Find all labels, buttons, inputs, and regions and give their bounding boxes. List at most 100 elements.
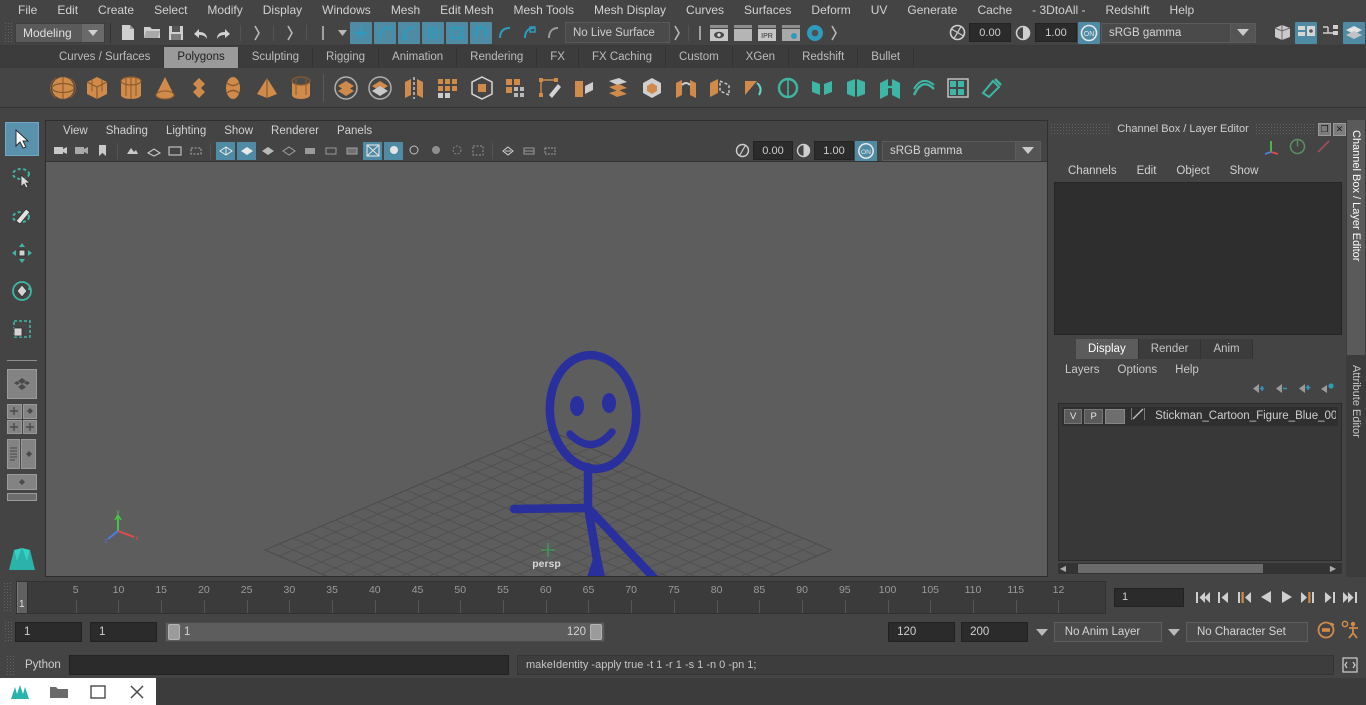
- range-slider-bar[interactable]: 1 120: [165, 622, 605, 642]
- shelf-tab-xgen[interactable]: XGen: [732, 47, 790, 68]
- selection-mask-component-icon[interactable]: [312, 22, 334, 44]
- channelbox-menu-object[interactable]: Object: [1166, 165, 1219, 177]
- exposure-viewport-icon[interactable]: [733, 142, 752, 160]
- time-slider-ruler[interactable]: 1 5 10 15 20 25 30 35 40 45 50 55 60 65 70 75 80 85 90 95 1…: [16, 580, 1106, 614]
- undo-icon[interactable]: [189, 22, 211, 44]
- menu-help[interactable]: Help: [1160, 0, 1205, 20]
- menu-surfaces[interactable]: Surfaces: [734, 0, 801, 20]
- anim-layer-dropdown-icon[interactable]: [1034, 628, 1050, 636]
- motion-blur-icon[interactable]: [447, 142, 466, 160]
- polygon-plane-icon[interactable]: [182, 71, 216, 105]
- menu-redshift[interactable]: Redshift: [1096, 0, 1160, 20]
- target-weld-icon[interactable]: [839, 71, 873, 105]
- menu-uv[interactable]: UV: [861, 0, 898, 20]
- taskbar-window-icon[interactable]: [78, 678, 117, 705]
- insert-edge-loop-icon[interactable]: [941, 71, 975, 105]
- viewport-menu-view[interactable]: View: [54, 125, 97, 137]
- step-forward-key-icon[interactable]: [1319, 587, 1338, 607]
- screen-space-ao-icon[interactable]: [426, 142, 445, 160]
- offset-edge-loop-icon[interactable]: [907, 71, 941, 105]
- menuset-dropdown[interactable]: Modeling: [15, 22, 105, 43]
- lasso-select-tool-icon[interactable]: [5, 160, 39, 194]
- ipr-render-icon[interactable]: IPR: [756, 22, 778, 44]
- shelf-tab-curves-surfaces[interactable]: Curves / Surfaces: [46, 47, 165, 68]
- menu-3dtoall[interactable]: - 3DtoAll -: [1022, 0, 1095, 20]
- save-scene-icon[interactable]: [165, 22, 187, 44]
- select-tool-icon[interactable]: [5, 122, 39, 156]
- viewport-color-management-toggle-icon[interactable]: ON: [855, 140, 877, 161]
- menu-mesh[interactable]: Mesh: [381, 0, 430, 20]
- shelf-tab-custom[interactable]: Custom: [666, 47, 733, 68]
- shelf-tab-bullet[interactable]: Bullet: [858, 47, 915, 68]
- bookmark-icon[interactable]: [93, 142, 112, 160]
- shape-node-icon[interactable]: [1289, 138, 1306, 160]
- grid-toggle-icon[interactable]: [144, 142, 163, 160]
- render-sep-icon[interactable]: [828, 22, 840, 44]
- extrude-icon[interactable]: [567, 71, 601, 105]
- range-end-time-field[interactable]: 120: [888, 622, 956, 642]
- shelf-tab-fx-caching[interactable]: FX Caching: [578, 47, 667, 68]
- viewport-color-space-dropdown-icon[interactable]: [1015, 140, 1041, 161]
- show-hide-tool-settings-icon[interactable]: [1319, 22, 1341, 44]
- history-toggle-icon[interactable]: [671, 22, 683, 44]
- new-layer-icon[interactable]: [1296, 382, 1311, 400]
- channelbox-menu-channels[interactable]: Channels: [1058, 165, 1127, 177]
- time-slider-grip-handle[interactable]: [3, 582, 11, 612]
- range-slider-grip-handle[interactable]: [4, 621, 12, 643]
- smooth-mesh-icon[interactable]: [431, 71, 465, 105]
- multisample-aa-icon[interactable]: [468, 142, 487, 160]
- viewport-exposure-field[interactable]: 0.00: [753, 141, 793, 160]
- viewport-gamma-field[interactable]: 1.00: [814, 141, 854, 160]
- isolate-select-icon[interactable]: [498, 142, 517, 160]
- color-space-dropdown-icon[interactable]: [1230, 22, 1256, 43]
- move-tool-icon[interactable]: [5, 236, 39, 270]
- color-management-toggle-icon[interactable]: ON: [1078, 21, 1100, 44]
- menu-mesh-tools[interactable]: Mesh Tools: [504, 0, 584, 20]
- layer-playback-toggle[interactable]: P: [1084, 408, 1103, 424]
- snap-to-point-icon[interactable]: [398, 21, 420, 44]
- redo-render-icon[interactable]: [732, 22, 754, 44]
- layer-menu-options[interactable]: Options: [1109, 364, 1167, 376]
- go-to-start-icon[interactable]: [1193, 587, 1212, 607]
- menu-file[interactable]: File: [8, 0, 47, 20]
- exposure-icon[interactable]: [946, 22, 968, 44]
- use-default-lighting-icon[interactable]: [384, 141, 403, 160]
- viewport-3d-canvas[interactable]: y x z persp: [46, 162, 1047, 576]
- scroll-left-icon[interactable]: ◀: [1058, 564, 1068, 573]
- menu-mesh-display[interactable]: Mesh Display: [584, 0, 676, 20]
- shelf-tab-rendering[interactable]: Rendering: [457, 47, 538, 68]
- hypergraph-layout-icon[interactable]: [7, 474, 37, 490]
- shadows-icon[interactable]: [405, 142, 424, 160]
- flat-shade-icon[interactable]: [300, 142, 319, 160]
- move-layer-down-icon[interactable]: [1273, 382, 1288, 400]
- four-view-layout-icon[interactable]: [7, 404, 37, 434]
- polygon-pyramid-icon[interactable]: [250, 71, 284, 105]
- panel-drag-handle-left[interactable]: [1050, 123, 1112, 135]
- anim-end-time-field[interactable]: 200: [961, 622, 1029, 642]
- texture-shading-icon[interactable]: [363, 141, 382, 160]
- exposure-field[interactable]: 0.00: [969, 23, 1011, 42]
- polygon-cone-icon[interactable]: [148, 71, 182, 105]
- color-space-field[interactable]: sRGB gamma: [1101, 22, 1231, 43]
- live-surface-field[interactable]: No Live Surface: [565, 22, 670, 43]
- construction-history-icon[interactable]: [694, 22, 706, 44]
- circularize-icon[interactable]: [771, 71, 805, 105]
- input-output-icon[interactable]: [1315, 138, 1332, 160]
- menu-display[interactable]: Display: [253, 0, 312, 20]
- animation-settings-icon[interactable]: [1340, 620, 1362, 645]
- boolean-union-icon[interactable]: [329, 71, 363, 105]
- xray-active-components-icon[interactable]: [540, 142, 559, 160]
- rotate-tool-icon[interactable]: [5, 274, 39, 308]
- scale-tool-icon[interactable]: [5, 312, 39, 346]
- range-left-handle[interactable]: [168, 624, 180, 640]
- menu-select[interactable]: Select: [144, 0, 197, 20]
- current-frame-field[interactable]: 1: [1114, 587, 1184, 607]
- menu-cache[interactable]: Cache: [967, 0, 1022, 20]
- selection-mask-hierarchy-icon[interactable]: [246, 22, 268, 44]
- selection-mask-object-icon[interactable]: [279, 22, 301, 44]
- layout-cell-bl[interactable]: [7, 419, 22, 434]
- show-hide-attribute-editor-icon[interactable]: [1295, 21, 1317, 44]
- command-language-label[interactable]: Python: [17, 659, 69, 671]
- scrollbar-thumb[interactable]: [1078, 564, 1263, 573]
- layer-row[interactable]: V P Stickman_Cartoon_Figure_Blue_001_I: [1062, 406, 1338, 426]
